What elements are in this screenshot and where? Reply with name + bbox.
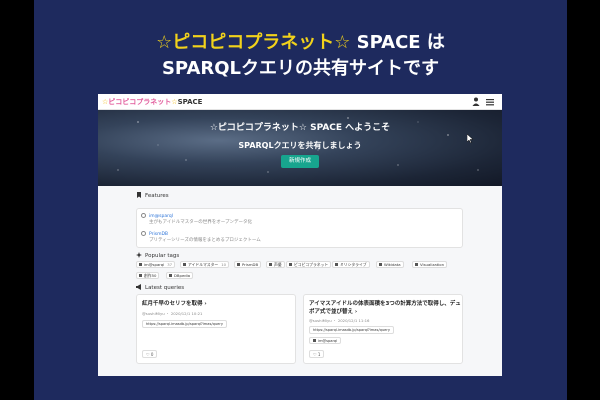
features-heading: Features xyxy=(136,192,169,199)
tag-name: 声優 xyxy=(274,262,282,267)
features-card: im@sparql 主がもアイドルマスターの世界をオープンデータ化 PrismD… xyxy=(136,208,463,248)
presentation-slide: ☆ピコピコプラネット☆ SPACE は SPARQLクエリの共有サイトです ☆ピ… xyxy=(34,0,567,400)
query-meta: @sushiMiyu ・ 2020/12/1 10:21 xyxy=(142,311,203,316)
features-heading-label: Features xyxy=(145,193,169,199)
tag-icon xyxy=(183,263,186,266)
heart-icon: ♡ xyxy=(146,352,150,357)
like-button[interactable]: ♡ 1 xyxy=(309,350,325,358)
like-count: 0 xyxy=(150,352,154,357)
tag-name: アイドルマスター xyxy=(188,262,219,267)
tag-name: Visualization xyxy=(420,262,444,267)
popular-tags-heading: Popular tags xyxy=(136,252,179,259)
tag-chip[interactable]: im@sparql 37 xyxy=(136,261,176,268)
like-count: 1 xyxy=(317,352,321,357)
sparkle-icon xyxy=(136,252,142,258)
tag-name: ミリシタライブ xyxy=(340,262,367,267)
tag-chip[interactable]: DBpedia xyxy=(166,272,194,279)
feature-link[interactable]: im@sparql xyxy=(149,214,173,219)
tag-icon xyxy=(169,274,172,277)
tag-icon xyxy=(379,263,382,266)
tag-name: im@sparql xyxy=(144,262,165,267)
hero-title: ☆ピコピコプラネット☆ SPACE へようこそ xyxy=(209,123,391,133)
megaphone-icon xyxy=(136,284,141,290)
menu-icon[interactable] xyxy=(486,98,494,106)
query-tag-name: im@sparql xyxy=(318,339,338,343)
query-card[interactable]: 紅月千早のセリフを取得 › @sushiMiyu ・ 2020/12/1 10:… xyxy=(136,294,296,364)
logo-space: SPACE xyxy=(177,98,203,106)
like-button[interactable]: ♡ 0 xyxy=(142,350,158,358)
query-endpoint-url[interactable]: https://sparql.imasdb.jp/sparql?imas/que… xyxy=(309,326,394,334)
tag-name: DBpedia xyxy=(174,273,191,278)
tag-icon xyxy=(313,339,316,342)
tag-icon xyxy=(237,263,240,266)
query-title[interactable]: 紅月千早のセリフを取得 › xyxy=(142,300,294,308)
latest-queries-heading: Latest queries xyxy=(136,284,184,291)
tag-chip[interactable]: PrismDB xyxy=(234,261,262,268)
feature-description: 主がもアイドルマスターの世界をオープンデータ化 xyxy=(149,220,253,225)
feature-description: プリティーシリーズの情報をまとめるプロジェクトーム xyxy=(149,238,261,243)
slide-title-line1: ☆ピコピコプラネット☆ SPACE は xyxy=(34,30,567,56)
query-card[interactable]: アイマスアイドルの体表面積を3つの計算方法で取得し、デュボア式で並び替え › @… xyxy=(303,294,463,364)
tag-count: 10 xyxy=(221,262,227,267)
query-title[interactable]: アイマスアイドルの体表面積を3つの計算方法で取得し、デュボア式で並び替え › xyxy=(309,300,461,316)
create-new-button[interactable]: 新規作成 xyxy=(281,155,319,168)
query-meta: @sushiMiyu ・ 2020/12/1 11:16 xyxy=(309,318,370,323)
tag-count: 37 xyxy=(167,262,173,267)
tag-name: ピコピコプラネット xyxy=(294,262,329,267)
bookmark-icon xyxy=(137,192,141,198)
website-screenshot: ☆ピコピコプラネット☆SPACE ☆ピコピコプラネット☆ SPACE へようこそ… xyxy=(98,94,502,376)
feature-item: PrismDB プリティーシリーズの情報をまとめるプロジェクトーム xyxy=(141,231,261,244)
slide-title-line2: SPARQLクエリの共有サイトです xyxy=(161,58,440,79)
globe-icon xyxy=(141,213,146,218)
tag-icon xyxy=(415,263,418,266)
tag-chip[interactable]: 声優 xyxy=(266,261,285,268)
logo-name: ピコピコプラネット xyxy=(108,98,172,106)
hero-subtitle: SPARQLクエリを共有しましょう xyxy=(238,141,362,150)
latest-queries-heading-label: Latest queries xyxy=(145,285,185,291)
query-endpoint-url[interactable]: https://sparql.imasdb.jp/sparql?imas/que… xyxy=(142,320,227,328)
site-logo[interactable]: ☆ピコピコプラネット☆SPACE xyxy=(102,97,202,107)
query-tag[interactable]: im@sparql xyxy=(309,337,342,344)
video-frame: ☆ピコピコプラネット☆ SPACE は SPARQLクエリの共有サイトです ☆ピ… xyxy=(0,0,600,400)
heart-icon: ♡ xyxy=(313,352,317,357)
globe-icon xyxy=(141,231,146,236)
slide-title: ☆ピコピコプラネット☆ SPACE は SPARQLクエリの共有サイトです xyxy=(34,30,567,82)
user-icon[interactable] xyxy=(472,97,480,106)
feature-item: im@sparql 主がもアイドルマスターの世界をオープンデータ化 xyxy=(141,213,252,226)
popular-tags-heading-label: Popular tags xyxy=(145,253,180,259)
tag-icon xyxy=(139,274,142,277)
feature-link[interactable]: PrismDB xyxy=(149,232,168,237)
tag-list: im@sparql 37 アイドルマスター 10 PrismDB 声優 ピコピコプラ… xyxy=(136,261,466,283)
slide-title-rest: SPACE は xyxy=(350,32,445,53)
tag-icon xyxy=(289,263,292,266)
tag-name: PrismDB xyxy=(242,262,259,267)
tag-icon xyxy=(335,263,338,266)
tag-chip[interactable]: Wikidata xyxy=(376,261,404,268)
tag-chip[interactable]: アイドルマスター 10 xyxy=(180,261,230,268)
site-header: ☆ピコピコプラネット☆SPACE xyxy=(98,94,502,110)
mouse-cursor-icon xyxy=(467,134,473,143)
slide-title-accent: ☆ピコピコプラネット☆ xyxy=(156,32,351,53)
tag-chip[interactable]: 創作50 xyxy=(136,272,160,279)
tag-icon xyxy=(269,263,272,266)
tag-chip[interactable]: ミリシタライブ xyxy=(332,261,370,268)
tag-chip[interactable]: ピコピコプラネット xyxy=(286,261,332,268)
tag-name: 創作50 xyxy=(144,273,157,278)
tag-name: Wikidata xyxy=(384,262,401,267)
tag-icon xyxy=(139,263,142,266)
tag-chip[interactable]: Visualization xyxy=(412,261,447,268)
hero-banner: ☆ピコピコプラネット☆ SPACE へようこそ SPARQLクエリを共有しましょ… xyxy=(98,110,502,186)
